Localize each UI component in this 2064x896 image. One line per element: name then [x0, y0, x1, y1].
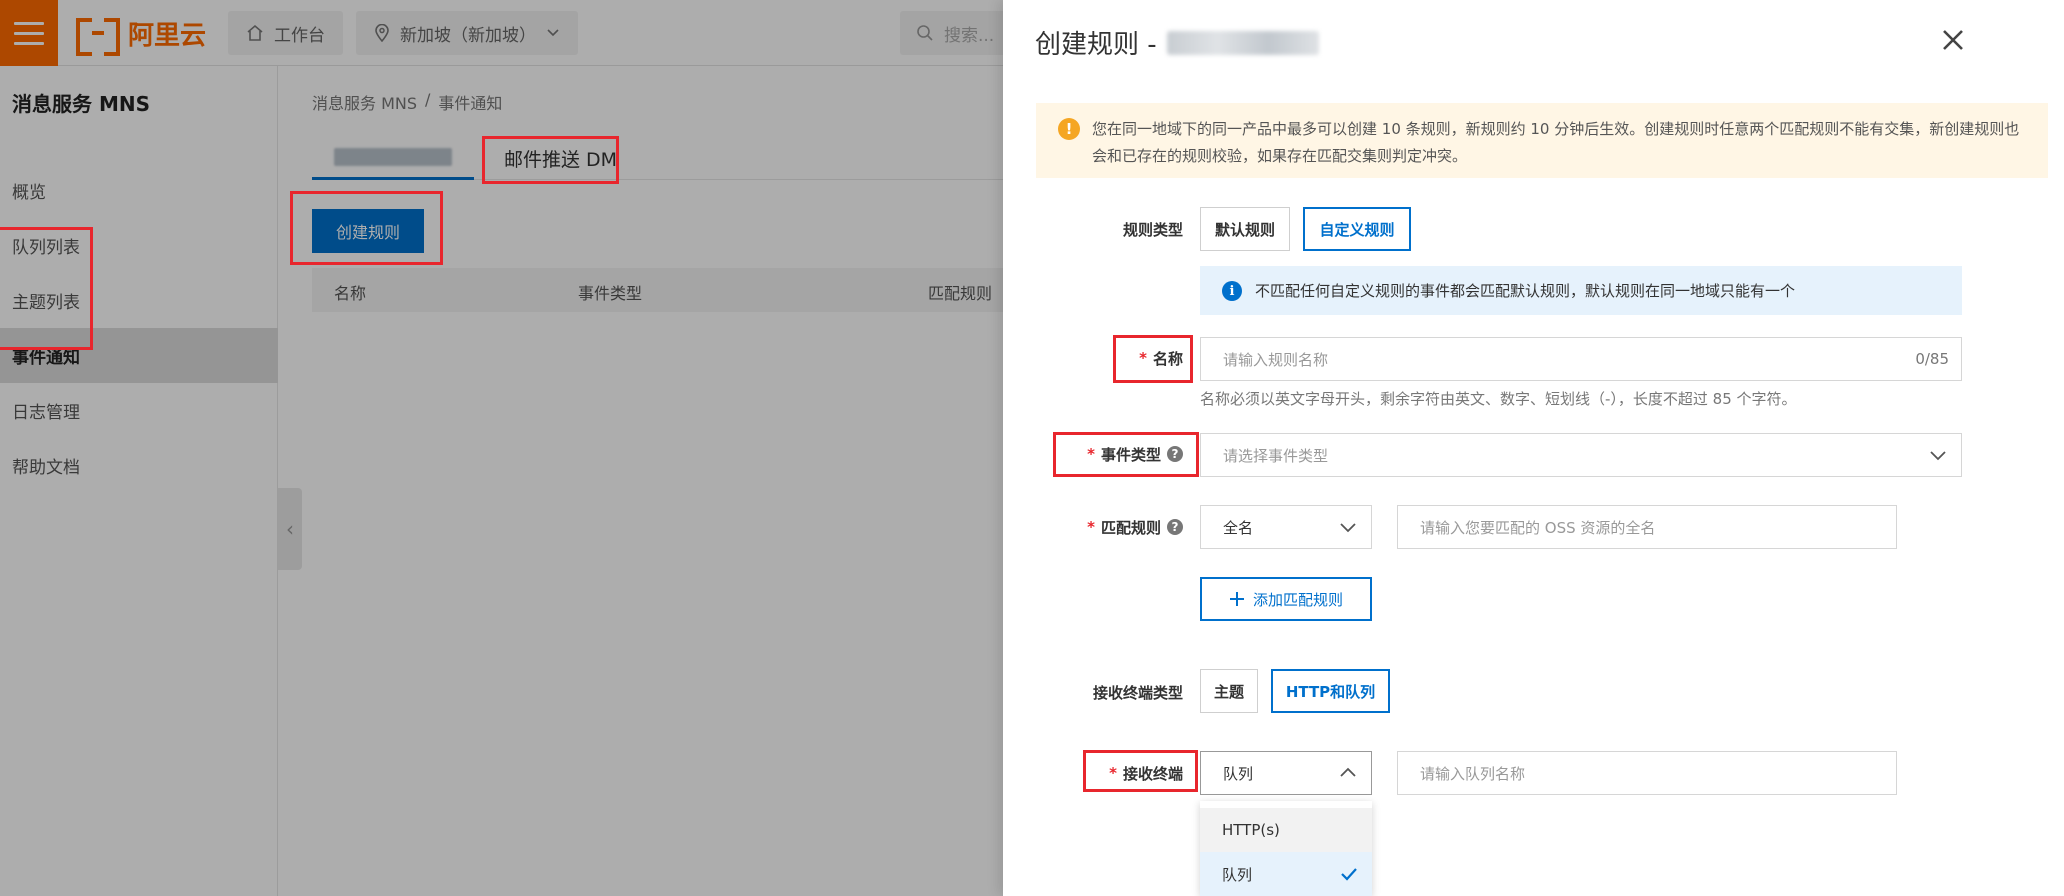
modal-overlay[interactable]: [0, 0, 1003, 896]
create-rule-drawer: 创建规则 - ! 您在同一地域下的同一产品中最多可以创建 10 条规则，新规则约…: [1003, 0, 2064, 896]
endpoint-label-text: 接收终端: [1122, 764, 1183, 783]
endpoint-type-http-queue-option[interactable]: HTTP和队列: [1271, 669, 1390, 713]
warning-icon: !: [1058, 118, 1080, 140]
add-match-rule-label: 添加匹配规则: [1252, 591, 1343, 609]
match-rule-type-value: 全名: [1223, 518, 1254, 537]
event-type-select[interactable]: 请选择事件类型: [1200, 433, 1962, 477]
redacted-text: [1166, 30, 1319, 55]
endpoint-type-topic-option[interactable]: 主题: [1200, 669, 1258, 713]
match-rule-placeholder: 请输入您要匹配的 OSS 资源的全名: [1420, 518, 1656, 537]
required-asterisk: *: [1139, 349, 1147, 367]
endpoint-select-value: 队列: [1223, 764, 1254, 783]
default-rule-info: i 不匹配任何自定义规则的事件都会匹配默认规则，默认规则在同一地域只能有一个: [1200, 266, 1962, 315]
info-icon: i: [1222, 281, 1242, 301]
match-rule-type-select[interactable]: 全名: [1200, 505, 1372, 549]
dropdown-option-queue[interactable]: 队列: [1200, 852, 1372, 896]
rule-type-label-text: 规则类型: [1122, 220, 1183, 239]
plus-icon: [1229, 592, 1244, 606]
checkmark-icon: [1341, 868, 1357, 881]
question-mark-icon[interactable]: ?: [1167, 446, 1183, 462]
required-asterisk: *: [1087, 518, 1095, 536]
match-rule-label: * 匹配规则 ?: [1053, 514, 1183, 540]
chevron-down-icon: [1340, 523, 1356, 533]
drawer-title: 创建规则 -: [1035, 24, 1319, 61]
name-char-counter: 0/85: [1915, 350, 1949, 368]
endpoint-dropdown-menu: HTTP(s) 队列: [1200, 801, 1372, 896]
warning-text: 您在同一地域下的同一产品中最多可以创建 10 条规则，新规则约 10 分钟后生效…: [1092, 120, 2020, 165]
dropdown-option-label: HTTP(s): [1222, 821, 1280, 839]
question-mark-icon[interactable]: ?: [1167, 519, 1183, 535]
drawer-title-text: 创建规则 -: [1035, 30, 1157, 60]
event-type-label: * 事件类型 ?: [1053, 441, 1183, 467]
close-button[interactable]: [1933, 20, 1973, 60]
queue-name-input[interactable]: 请输入队列名称: [1397, 751, 1897, 795]
match-rule-label-text: 匹配规则: [1100, 518, 1161, 537]
name-hint: 名称必须以英文字母开头，剩余字符由英文、数字、短划线（-），长度不超过 85 个…: [1200, 390, 1797, 408]
endpoint-select[interactable]: 队列: [1200, 751, 1372, 795]
add-match-rule-button[interactable]: 添加匹配规则: [1200, 577, 1372, 621]
close-icon: [1943, 30, 1963, 50]
name-label: * 名称: [1083, 345, 1183, 371]
required-asterisk: *: [1109, 764, 1117, 782]
rule-type-label: 规则类型: [1083, 216, 1183, 242]
match-rule-input[interactable]: 请输入您要匹配的 OSS 资源的全名: [1397, 505, 1897, 549]
dropdown-option-label: 队列: [1222, 865, 1253, 884]
event-type-placeholder: 请选择事件类型: [1223, 446, 1329, 465]
rule-name-placeholder: 请输入规则名称: [1223, 350, 1329, 369]
endpoint-label: * 接收终端: [1063, 760, 1183, 786]
dropdown-option-http[interactable]: HTTP(s): [1200, 808, 1372, 852]
event-type-label-text: 事件类型: [1100, 445, 1161, 464]
endpoint-type-label-text: 接收终端类型: [1092, 683, 1183, 702]
chevron-down-icon: [1930, 451, 1946, 461]
name-label-text: 名称: [1152, 349, 1183, 368]
rule-type-custom-option[interactable]: 自定义规则: [1303, 207, 1411, 251]
rule-limit-warning: ! 您在同一地域下的同一产品中最多可以创建 10 条规则，新规则约 10 分钟后…: [1036, 103, 2048, 178]
required-asterisk: *: [1087, 445, 1095, 463]
endpoint-type-label: 接收终端类型: [1043, 679, 1183, 705]
rule-name-input[interactable]: 请输入规则名称 0/85: [1200, 337, 1962, 381]
rule-type-default-option[interactable]: 默认规则: [1200, 207, 1290, 251]
queue-name-placeholder: 请输入队列名称: [1420, 764, 1526, 783]
info-text: 不匹配任何自定义规则的事件都会匹配默认规则，默认规则在同一地域只能有一个: [1255, 282, 1796, 300]
chevron-up-icon: [1340, 767, 1356, 777]
